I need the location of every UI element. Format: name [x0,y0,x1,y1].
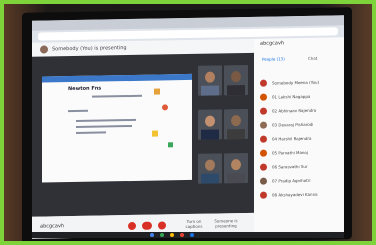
photo-border [0,0,376,245]
